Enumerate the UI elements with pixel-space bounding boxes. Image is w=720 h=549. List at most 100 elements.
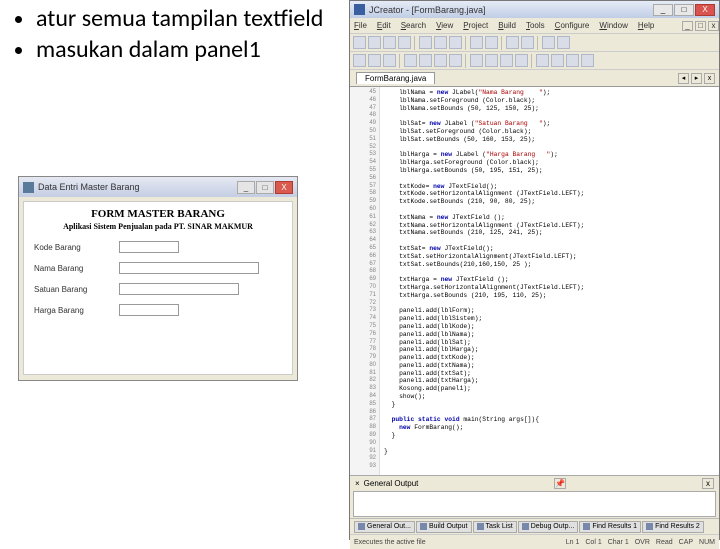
form-icon	[23, 182, 34, 193]
copy-icon[interactable]	[434, 36, 447, 49]
open-icon[interactable]	[368, 36, 381, 49]
saveall-icon[interactable]	[398, 36, 411, 49]
tb2-l-icon[interactable]	[536, 54, 549, 67]
ide-app-icon	[354, 4, 365, 15]
close-panel-icon[interactable]: ×	[355, 479, 360, 488]
ide-editor[interactable]: 4546474849505152535455565758596061626364…	[350, 87, 719, 475]
menu-tools[interactable]: Tools	[526, 21, 545, 30]
bottab-debug[interactable]: Debug Outp...	[518, 521, 579, 533]
form-subheader: Aplikasi Sistem Penjualan pada PT. SINAR…	[34, 222, 282, 231]
tab-close-icon[interactable]: x	[704, 73, 715, 84]
bullet-2: masukan dalam panel1	[36, 36, 330, 64]
menu-file[interactable]: File	[354, 21, 367, 30]
tb2-k-icon[interactable]	[515, 54, 528, 67]
form-max-button[interactable]: □	[256, 181, 274, 194]
menu-build[interactable]: Build	[498, 21, 516, 30]
editor-tab-active[interactable]: FormBarang.java	[356, 72, 435, 84]
bottab-debug-icon	[522, 523, 529, 530]
bottab-task[interactable]: Task List	[473, 521, 517, 533]
tb2-h-icon[interactable]	[470, 54, 483, 67]
menu-configure[interactable]: Configure	[555, 21, 590, 30]
ide-toolbar-2	[350, 52, 719, 70]
bottab-find1-icon	[583, 523, 590, 530]
ide-titlebar[interactable]: JCreator - [FormBarang.java] _ □ X	[350, 1, 719, 18]
form-row-nama: Nama Barang	[34, 262, 282, 274]
save-icon[interactable]	[383, 36, 396, 49]
menu-search[interactable]: Search	[401, 21, 426, 30]
slide-bullet-area: atur semua tampilan textfield masukan da…	[10, 5, 330, 66]
mdi-close-button[interactable]: x	[708, 21, 719, 31]
tb2-g-icon[interactable]	[449, 54, 462, 67]
output-pane[interactable]	[353, 491, 716, 517]
input-nama[interactable]	[119, 262, 259, 274]
form-row-kode: Kode Barang	[34, 241, 282, 253]
label-satuan: Satuan Barang	[34, 285, 119, 294]
tb2-n-icon[interactable]	[566, 54, 579, 67]
panel-x-icon[interactable]: x	[702, 478, 714, 489]
tb2-a-icon[interactable]	[353, 54, 366, 67]
input-kode[interactable]	[119, 241, 179, 253]
find-icon[interactable]	[506, 36, 519, 49]
menu-help[interactable]: Help	[638, 21, 654, 30]
java-form-window: Data Entri Master Barang _ □ X FORM MAST…	[18, 176, 298, 381]
form-close-button[interactable]: X	[275, 181, 293, 194]
bottab-general[interactable]: General Out...	[354, 521, 415, 533]
tb2-m-icon[interactable]	[551, 54, 564, 67]
general-output-header[interactable]: × General Output 📌 x	[350, 475, 719, 490]
new-icon[interactable]	[353, 36, 366, 49]
form-header: FORM MASTER BARANG	[34, 208, 282, 220]
menu-project[interactable]: Project	[463, 21, 488, 30]
label-kode: Kode Barang	[34, 243, 119, 252]
form-min-button[interactable]: _	[237, 181, 255, 194]
form-row-harga: Harga Barang	[34, 304, 282, 316]
mdi-restore-button[interactable]: □	[695, 21, 706, 31]
ide-window: JCreator - [FormBarang.java] _ □ X File …	[349, 0, 720, 540]
cut-icon[interactable]	[419, 36, 432, 49]
pin-icon[interactable]: 📌	[554, 478, 566, 489]
tb2-b-icon[interactable]	[368, 54, 381, 67]
input-satuan[interactable]	[119, 283, 239, 295]
tb2-c-icon[interactable]	[383, 54, 396, 67]
findfiles-icon[interactable]	[521, 36, 534, 49]
menu-view[interactable]: View	[436, 21, 453, 30]
compile-icon[interactable]	[542, 36, 555, 49]
ide-toolbar-1	[350, 34, 719, 52]
ide-statusbar: Executes the active file Ln 1 Col 1 Char…	[350, 534, 719, 549]
ide-menubar: File Edit Search View Project Build Tool…	[350, 18, 719, 34]
tb2-o-icon[interactable]	[581, 54, 594, 67]
tab-next-icon[interactable]: ▸	[691, 73, 702, 84]
tb2-i-icon[interactable]	[485, 54, 498, 67]
bottab-general-icon	[358, 523, 365, 530]
tb2-j-icon[interactable]	[500, 54, 513, 67]
tab-prev-icon[interactable]: ◂	[678, 73, 689, 84]
tb2-f-icon[interactable]	[434, 54, 447, 67]
label-harga: Harga Barang	[34, 306, 119, 315]
bottom-tabs: General Out... Build Output Task List De…	[350, 518, 719, 534]
paste-icon[interactable]	[449, 36, 462, 49]
ide-min-button[interactable]: _	[653, 4, 673, 16]
ide-tabbar: FormBarang.java ◂ ▸ x	[350, 70, 719, 87]
bottab-build[interactable]: Build Output	[416, 521, 472, 533]
mdi-min-button[interactable]: _	[682, 21, 693, 31]
undo-icon[interactable]	[470, 36, 483, 49]
ide-title: JCreator - [FormBarang.java]	[369, 5, 486, 15]
tb2-d-icon[interactable]	[404, 54, 417, 67]
run-icon[interactable]	[557, 36, 570, 49]
form-row-satuan: Satuan Barang	[34, 283, 282, 295]
form-titlebar[interactable]: Data Entri Master Barang _ □ X	[19, 177, 297, 197]
code-area[interactable]: lblNama = new JLabel("Nama Barang "); lb…	[380, 87, 719, 475]
redo-icon[interactable]	[485, 36, 498, 49]
menu-edit[interactable]: Edit	[377, 21, 391, 30]
bottab-task-icon	[477, 523, 484, 530]
general-output-label: General Output	[364, 479, 419, 488]
line-gutter: 4546474849505152535455565758596061626364…	[350, 87, 380, 475]
ide-max-button[interactable]: □	[674, 4, 694, 16]
bottab-find1[interactable]: Find Results 1	[579, 521, 641, 533]
ide-close-button[interactable]: X	[695, 4, 715, 16]
menu-window[interactable]: Window	[599, 21, 627, 30]
form-body: FORM MASTER BARANG Aplikasi Sistem Penju…	[23, 201, 293, 375]
bullet-1: atur semua tampilan textfield	[36, 5, 330, 33]
input-harga[interactable]	[119, 304, 179, 316]
tb2-e-icon[interactable]	[419, 54, 432, 67]
bottab-find2[interactable]: Find Results 2	[642, 521, 704, 533]
